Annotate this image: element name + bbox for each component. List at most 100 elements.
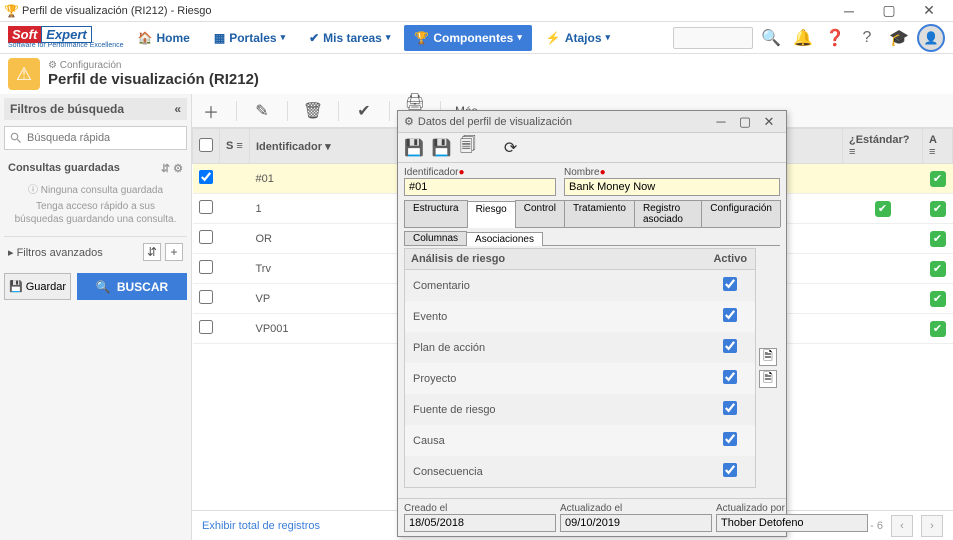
assoc-row[interactable]: Causa bbox=[405, 425, 756, 456]
collapse-icon[interactable]: « bbox=[174, 102, 181, 116]
maximize-button[interactable]: ▢ bbox=[869, 1, 909, 21]
tab-configuración[interactable]: Configuración bbox=[701, 200, 781, 227]
assoc-name: Causa bbox=[405, 425, 706, 456]
page-header: ⚠ ⚙ Configuración Perfil de visualizació… bbox=[0, 54, 953, 94]
nav-atajos-label: Atajos bbox=[565, 31, 602, 45]
dialog-close[interactable]: ✕ bbox=[758, 113, 780, 131]
assoc-col-active: Activo bbox=[706, 249, 756, 270]
assoc-row[interactable]: Evento bbox=[405, 301, 756, 332]
assoc-name: Plan de acción bbox=[405, 332, 706, 363]
row-checkbox[interactable] bbox=[199, 170, 213, 184]
row-checkbox[interactable] bbox=[199, 260, 213, 274]
assoc-row[interactable]: Proyecto bbox=[405, 363, 756, 394]
active-check-icon: ✔ bbox=[930, 261, 946, 277]
row-checkbox[interactable] bbox=[199, 290, 213, 304]
updated-label: Actualizado el bbox=[560, 503, 712, 514]
minimize-button[interactable]: ─ bbox=[829, 1, 869, 21]
name-label: Nombre● bbox=[564, 167, 780, 178]
avatar[interactable]: 👤 bbox=[917, 24, 945, 52]
tab-tratamiento[interactable]: Tratamiento bbox=[564, 200, 635, 227]
created-input bbox=[404, 514, 556, 532]
col-a[interactable]: A ≡ bbox=[923, 129, 953, 164]
edit-button[interactable]: ✎ bbox=[251, 101, 273, 121]
filter-add-icon[interactable]: + bbox=[165, 243, 183, 261]
next-page-button[interactable]: › bbox=[921, 515, 943, 537]
help-icon[interactable]: ? bbox=[853, 24, 881, 52]
help-badge-icon[interactable]: ❓ bbox=[821, 24, 849, 52]
tab-registro-asociado[interactable]: Registro asociado bbox=[634, 200, 702, 227]
check-button[interactable]: ✔ bbox=[353, 101, 375, 121]
nav-atajos[interactable]: ⚡ Atajos ▾ bbox=[536, 25, 620, 51]
assoc-active-checkbox[interactable] bbox=[723, 308, 737, 322]
dialog-refresh-icon[interactable]: ⟳ bbox=[504, 138, 517, 158]
nav-tareas[interactable]: ✔ Mis tareas ▾ bbox=[299, 25, 400, 51]
adv-filters-toggle[interactable]: ▸ Filtros avanzados bbox=[8, 246, 103, 259]
row-checkbox[interactable] bbox=[199, 230, 213, 244]
assoc-active-checkbox[interactable] bbox=[723, 370, 737, 384]
dialog-save-icon[interactable]: 💾 bbox=[404, 138, 424, 158]
nav-portales[interactable]: ▦ Portales ▾ bbox=[204, 25, 295, 51]
assoc-row[interactable]: Consecuencia bbox=[405, 456, 756, 488]
search-button[interactable]: 🔍 BUSCAR bbox=[77, 273, 187, 300]
row-checkbox[interactable] bbox=[199, 320, 213, 334]
assoc-active-checkbox[interactable] bbox=[723, 432, 737, 446]
quicksearch-input[interactable] bbox=[4, 126, 187, 150]
filters-header: Filtros de búsqueda « bbox=[4, 98, 187, 120]
filter-reset-icon[interactable]: ⇵ bbox=[143, 243, 161, 261]
assoc-active-checkbox[interactable] bbox=[723, 401, 737, 415]
row-checkbox[interactable] bbox=[199, 200, 213, 214]
active-check-icon: ✔ bbox=[930, 231, 946, 247]
nav-componentes[interactable]: 🏆 Componentes ▾ bbox=[404, 25, 532, 51]
show-total-link[interactable]: Exhibir total de registros bbox=[202, 520, 320, 532]
add-button[interactable]: ＋ bbox=[200, 99, 222, 123]
assoc-name: Comentario bbox=[405, 270, 706, 302]
dialog-title: ⚙ Datos del perfil de visualización bbox=[404, 115, 710, 128]
close-button[interactable]: ✕ bbox=[909, 1, 949, 21]
tab-control[interactable]: Control bbox=[515, 200, 565, 227]
graduation-icon[interactable]: 🎓 bbox=[885, 24, 913, 52]
active-check-icon: ✔ bbox=[930, 171, 946, 187]
select-all-checkbox[interactable] bbox=[199, 138, 213, 152]
assoc-active-checkbox[interactable] bbox=[723, 277, 737, 291]
logo: SoftExpert Software for Performance Exce… bbox=[8, 27, 124, 49]
global-search-input[interactable] bbox=[673, 27, 753, 49]
dialog-copy-icon[interactable]: 🗐 bbox=[460, 134, 476, 161]
save-button[interactable]: 💾 Guardar bbox=[4, 273, 71, 300]
col-standard[interactable]: ¿Estándar? ≡ bbox=[843, 129, 923, 164]
nav-home[interactable]: 🏠 Home bbox=[128, 25, 200, 51]
assoc-row[interactable]: Plan de acción bbox=[405, 332, 756, 363]
nav-tareas-label: Mis tareas bbox=[323, 31, 382, 45]
active-check-icon: ✔ bbox=[930, 291, 946, 307]
subtab-asociaciones[interactable]: Asociaciones bbox=[466, 232, 543, 246]
active-check-icon: ✔ bbox=[930, 321, 946, 337]
tab-estructura[interactable]: Estructura bbox=[404, 200, 468, 227]
assoc-remove-button[interactable]: 🗎 bbox=[759, 370, 777, 388]
subtab-columnas[interactable]: Columnas bbox=[404, 231, 467, 245]
name-input[interactable] bbox=[564, 178, 780, 196]
bell-icon[interactable]: 🔔 bbox=[789, 24, 817, 52]
app-icon: 🏆 bbox=[4, 4, 18, 18]
search-icon[interactable]: 🔍 bbox=[757, 24, 785, 52]
assoc-add-button[interactable]: 🗎 bbox=[759, 348, 777, 366]
updated-by-input bbox=[716, 514, 868, 532]
created-label: Creado el bbox=[404, 503, 556, 514]
assoc-row[interactable]: Fuente de riesgo bbox=[405, 394, 756, 425]
assoc-active-checkbox[interactable] bbox=[723, 463, 737, 477]
tab-riesgo[interactable]: Riesgo bbox=[467, 201, 516, 228]
assoc-row[interactable]: Comentario bbox=[405, 270, 756, 302]
dialog-maximize[interactable]: ▢ bbox=[734, 113, 756, 131]
prev-page-button[interactable]: ‹ bbox=[891, 515, 913, 537]
delete-button[interactable]: 🗑 bbox=[302, 101, 324, 121]
page-title: Perfil de visualización (RI212) bbox=[48, 71, 259, 88]
nav-home-label: Home bbox=[157, 31, 190, 45]
dialog-save-new-icon[interactable]: 💾 bbox=[432, 138, 452, 158]
assoc-active-checkbox[interactable] bbox=[723, 339, 737, 353]
saved-queries-title: Consultas guardadas bbox=[8, 162, 120, 175]
assoc-name: Proyecto bbox=[405, 363, 706, 394]
saved-tools[interactable]: ⇵ ⚙ bbox=[161, 162, 183, 175]
id-input[interactable] bbox=[404, 178, 556, 196]
nav-portales-label: Portales bbox=[229, 31, 276, 45]
titlebar: 🏆 Perfil de visualización (RI212) - Ries… bbox=[0, 0, 953, 22]
col-s[interactable]: S ≡ bbox=[220, 129, 250, 164]
dialog-minimize[interactable]: ─ bbox=[710, 113, 732, 131]
